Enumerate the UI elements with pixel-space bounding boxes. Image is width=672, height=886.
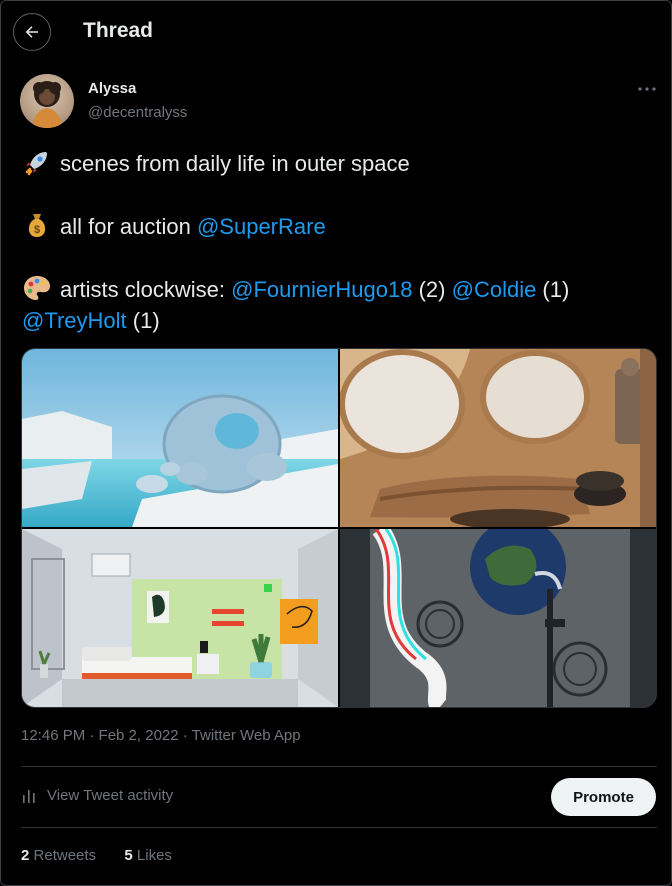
bar-chart-icon [23, 789, 35, 803]
tweet-line-1: scenes from daily life in outer space [22, 147, 662, 179]
mention-treyholt[interactable]: @TreyHolt [22, 308, 127, 333]
tweet-media-grid[interactable] [21, 348, 657, 708]
artist-count-1: (2) [412, 277, 452, 302]
author-name[interactable]: Alyssa [88, 80, 136, 97]
artist-count-3: (1) [126, 308, 160, 333]
tweet-line-2: $ all for auction @SuperRare [22, 210, 662, 242]
retweets-label: Retweets [33, 847, 97, 864]
tweet-text-3: artists clockwise: [60, 277, 232, 302]
promote-button[interactable]: Promote [551, 778, 656, 816]
retweets-stat[interactable]: 2 Retweets [21, 847, 96, 864]
artist-palette-icon [24, 276, 50, 300]
media-image-ship-lounge[interactable] [340, 349, 656, 527]
likes-stat[interactable]: 5 Likes [124, 847, 172, 864]
view-tweet-activity[interactable]: View Tweet activity [21, 787, 173, 804]
tweet-thread-window: Thread Alyssa @decentralyss scenes from … [0, 0, 672, 886]
tweet-line-3: artists clockwise: @FournierHugo18 (2) @… [22, 273, 662, 305]
divider [21, 827, 657, 828]
svg-text:$: $ [34, 224, 40, 236]
likes-label: Likes [136, 847, 172, 864]
tweet-timestamp[interactable]: 12:46 PM · Feb 2, 2022 · Twitter Web App [21, 727, 301, 744]
tweet-line-4: @TreyHolt (1) [22, 305, 662, 336]
author-handle[interactable]: @decentralyss [88, 104, 187, 121]
avatar[interactable] [20, 74, 74, 128]
more-options-button[interactable] [633, 79, 661, 99]
engagement-stats: 2 Retweets 5 Likes [21, 847, 172, 864]
more-dots-icon [638, 87, 656, 91]
media-image-bedroom[interactable] [22, 529, 338, 707]
rocket-icon [25, 152, 47, 176]
media-image-glitch-earth[interactable] [340, 529, 656, 707]
tweet-text-1: scenes from daily life in outer space [60, 151, 410, 176]
mention-fournierhugo18[interactable]: @FournierHugo18 [231, 277, 412, 302]
back-button[interactable] [13, 13, 51, 51]
arrow-left-icon [25, 26, 38, 38]
money-bag-icon: $ [28, 214, 46, 237]
page-title: Thread [83, 19, 154, 42]
likes-count: 5 [124, 847, 133, 864]
artist-count-2: (1) [536, 277, 570, 302]
mention-coldie[interactable]: @Coldie [452, 277, 537, 302]
retweets-count: 2 [21, 847, 30, 864]
media-image-dome-habitat[interactable] [22, 349, 338, 527]
divider [21, 766, 657, 767]
tweet-text-2: all for auction [60, 214, 197, 239]
thread-header: Thread [1, 1, 671, 63]
view-tweet-activity-label: View Tweet activity [47, 787, 174, 804]
mention-superrare[interactable]: @SuperRare [197, 214, 326, 239]
